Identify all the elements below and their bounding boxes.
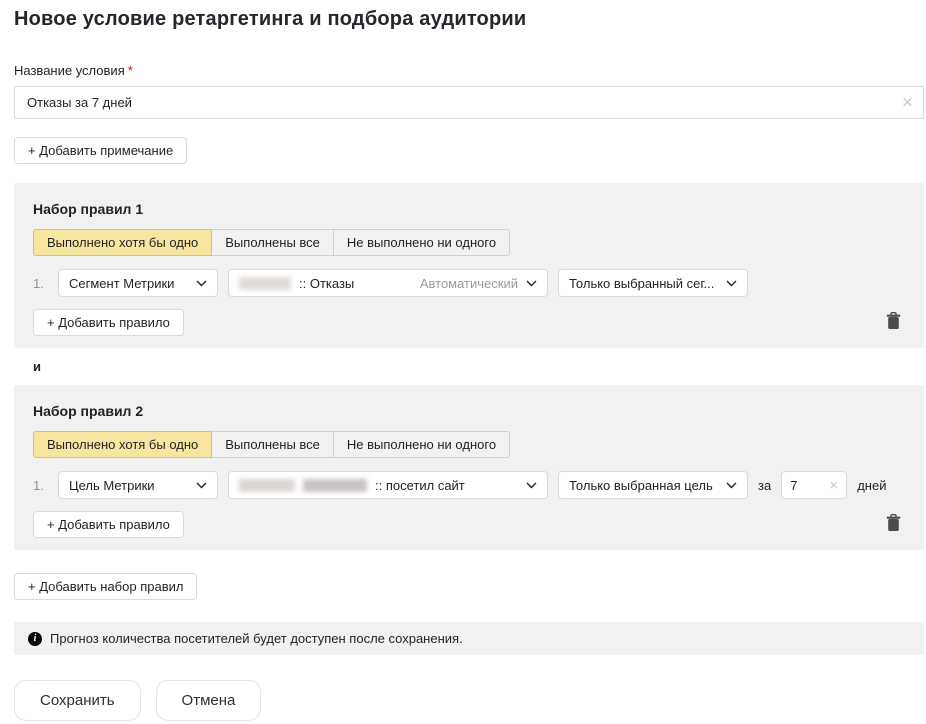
segment-name: :: Отказы — [299, 276, 354, 291]
required-asterisk: * — [128, 63, 133, 78]
chevron-down-icon — [526, 280, 537, 287]
condition-name-label-text: Название условия — [14, 63, 125, 78]
trash-icon — [886, 312, 901, 330]
match-any-button[interactable]: Выполнено хотя бы одно — [33, 431, 212, 458]
rule-number: 1. — [33, 478, 48, 493]
add-note-button[interactable]: + Добавить примечание — [14, 137, 187, 164]
chevron-down-icon — [726, 482, 737, 489]
match-none-button[interactable]: Не выполнено ни одного — [333, 431, 510, 458]
chevron-down-icon — [526, 482, 537, 489]
period-days-input[interactable] — [790, 478, 829, 493]
add-rule-button[interactable]: + Добавить правило — [33, 309, 184, 336]
rule-type-select[interactable]: Сегмент Метрики — [58, 269, 218, 297]
condition-name-label: Название условия* — [14, 63, 924, 78]
rule-type-select[interactable]: Цель Метрики — [58, 471, 218, 499]
page-title: Новое условие ретаргетинга и подбора ауд… — [14, 8, 924, 31]
delete-rule-set-button[interactable] — [882, 310, 905, 335]
goal-select[interactable]: :: посетил сайт — [228, 471, 548, 499]
segment-scope-value: Только выбранный сег... — [569, 276, 718, 291]
rule-number: 1. — [33, 276, 48, 291]
match-all-button[interactable]: Выполнены все — [211, 229, 334, 256]
cancel-button[interactable]: Отмена — [156, 680, 262, 721]
condition-name-input[interactable] — [15, 87, 923, 118]
redacted-counter-name — [239, 277, 291, 290]
add-rule-button[interactable]: + Добавить правило — [33, 511, 184, 538]
rule-type-value: Сегмент Метрики — [69, 276, 188, 291]
clear-name-icon[interactable]: × — [902, 93, 913, 112]
redacted-counter-name — [303, 479, 367, 492]
rule-type-value: Цель Метрики — [69, 478, 188, 493]
chevron-down-icon — [726, 280, 737, 287]
chevron-down-icon — [196, 482, 207, 489]
rule-row: 1. Сегмент Метрики :: Отказы Автоматичес… — [33, 269, 905, 297]
condition-name-field: × — [14, 86, 924, 119]
delete-rule-set-button[interactable] — [882, 512, 905, 537]
redacted-counter-name — [239, 479, 295, 492]
goal-name: :: посетил сайт — [375, 478, 465, 493]
rule-set-1-title: Набор правил 1 — [33, 201, 905, 217]
period-suffix-label: дней — [857, 478, 886, 493]
rule-set-2-panel: Набор правил 2 Выполнено хотя бы одно Вы… — [14, 385, 924, 550]
match-any-button[interactable]: Выполнено хотя бы одно — [33, 229, 212, 256]
rule-set-2-match-type: Выполнено хотя бы одно Выполнены все Не … — [33, 431, 510, 458]
rule-set-1-match-type: Выполнено хотя бы одно Выполнены все Не … — [33, 229, 510, 256]
info-icon: i — [28, 632, 42, 646]
period-prefix-label: за — [758, 478, 771, 493]
forecast-info-bar: i Прогноз количества посетителей будет д… — [14, 622, 924, 655]
form-actions: Сохранить Отмена — [14, 680, 924, 721]
rule-set-1-footer: + Добавить правило — [33, 309, 905, 336]
clear-days-icon[interactable]: × — [829, 477, 838, 494]
rule-set-2-footer: + Добавить правило — [33, 511, 905, 538]
match-all-button[interactable]: Выполнены все — [211, 431, 334, 458]
retargeting-condition-form: Новое условие ретаргетинга и подбора ауд… — [0, 0, 926, 721]
chevron-down-icon — [196, 280, 207, 287]
period-days-field: × — [781, 471, 847, 499]
add-rule-set-button[interactable]: + Добавить набор правил — [14, 573, 197, 600]
goal-scope-value: Только выбранная цель — [569, 478, 718, 493]
save-button[interactable]: Сохранить — [14, 680, 141, 721]
rule-row: 1. Цель Метрики :: посетил сайт Только в… — [33, 471, 905, 499]
forecast-info-text: Прогноз количества посетителей будет дос… — [50, 631, 463, 646]
rule-set-1-panel: Набор правил 1 Выполнено хотя бы одно Вы… — [14, 183, 924, 348]
and-connector-label: и — [33, 359, 924, 374]
segment-scope-select[interactable]: Только выбранный сег... — [558, 269, 748, 297]
rule-set-2-title: Набор правил 2 — [33, 403, 905, 419]
trash-icon — [886, 514, 901, 532]
match-none-button[interactable]: Не выполнено ни одного — [333, 229, 510, 256]
segment-type-hint: Автоматический — [412, 276, 518, 291]
goal-scope-select[interactable]: Только выбранная цель — [558, 471, 748, 499]
segment-select[interactable]: :: Отказы Автоматический — [228, 269, 548, 297]
